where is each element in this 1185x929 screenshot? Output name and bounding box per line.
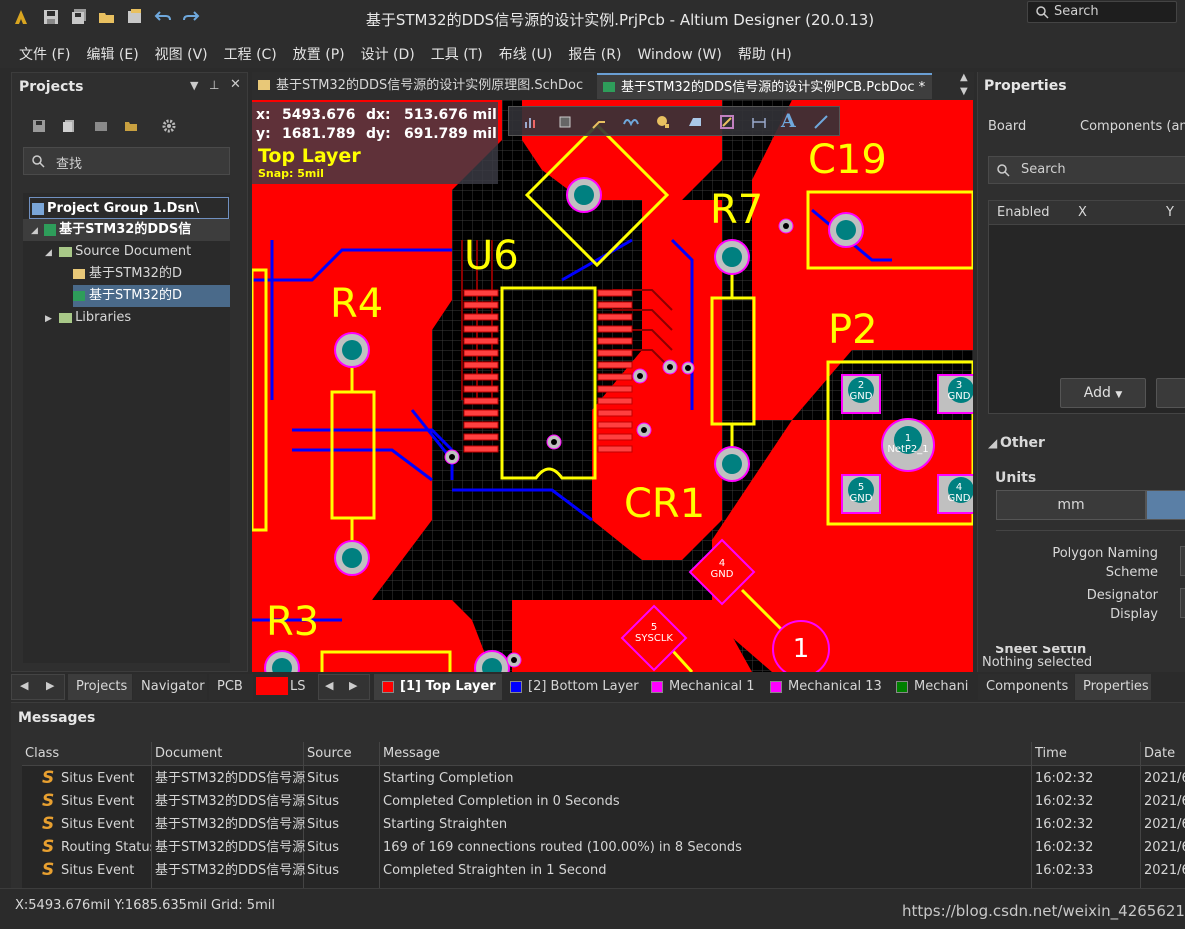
message-row[interactable]: S Situs Event 基于STM32的DDS信号源 Situs Completed…	[24, 859, 1185, 879]
message-row[interactable]: S Situs Event 基于STM32的DDS信号源 Situs Completed…	[24, 790, 1185, 813]
message-cell-class: Situs Event	[61, 817, 135, 832]
watermark-text: https://blog.csdn.net/weixin_42656213	[902, 902, 1185, 920]
message-row[interactable]: S Situs Event 基于STM32的DDS信号源 Situs Starting …	[24, 813, 1185, 836]
status-coordinates: X:5493.676mil Y:1685.635mil	[15, 898, 207, 913]
message-cell-time: 16:02:33	[1035, 863, 1094, 878]
message-cell-date: 2021/6	[1144, 840, 1185, 855]
message-cell-document: 基于STM32的DDS信号源	[155, 817, 305, 832]
message-cell-document: 基于STM32的DDS信号源	[155, 863, 305, 878]
message-cell-message: Completed Completion in 0 Seconds	[383, 794, 620, 809]
message-cell-date: 2021/6	[1144, 771, 1185, 786]
message-cell-time: 16:02:32	[1035, 840, 1094, 855]
message-cell-document: 基于STM32的DDS信号源	[155, 840, 305, 855]
message-cell-class: Situs Event	[61, 771, 135, 786]
situs-icon: S	[42, 860, 55, 879]
message-cell-source: Situs	[307, 771, 339, 786]
message-cell-source: Situs	[307, 840, 339, 855]
message-row[interactable]: S Situs Event 基于STM32的DDS信号源 Situs Starting …	[24, 767, 1185, 790]
message-cell-date: 2021/6	[1144, 794, 1185, 809]
message-row[interactable]: S Routing Status 基于STM32的DDS信号源 Situs 169 of…	[24, 836, 1185, 859]
situs-icon: S	[42, 837, 55, 857]
message-cell-message: Completed Straighten in 1 Second	[383, 863, 607, 878]
status-bar: X:5493.676mil Y:1685.635mil Grid: 5mil h…	[0, 888, 1185, 929]
message-cell-class: Situs Event	[61, 794, 135, 809]
status-grid[interactable]: Grid: 5mil	[211, 898, 275, 913]
message-cell-time: 16:02:32	[1035, 771, 1094, 786]
message-cell-message: Starting Straighten	[383, 817, 508, 832]
message-cell-source: Situs	[307, 794, 339, 809]
message-cell-document: 基于STM32的DDS信号源	[155, 771, 305, 786]
message-cell-document: 基于STM32的DDS信号源	[155, 794, 305, 809]
situs-icon: S	[42, 768, 55, 788]
message-cell-date: 2021/6	[1144, 863, 1185, 878]
situs-icon: S	[42, 814, 55, 834]
situs-icon: S	[42, 791, 55, 811]
message-cell-class: Routing Status	[61, 840, 151, 855]
message-cell-message: Starting Completion	[383, 771, 514, 786]
message-cell-date: 2021/6	[1144, 817, 1185, 832]
message-cell-class: Situs Event	[61, 863, 135, 878]
message-cell-source: Situs	[307, 817, 339, 832]
message-cell-time: 16:02:32	[1035, 794, 1094, 809]
message-cell-time: 16:02:32	[1035, 817, 1094, 832]
message-cell-source: Situs	[307, 863, 339, 878]
message-cell-message: 169 of 169 connections routed (100.00%) …	[383, 840, 742, 855]
